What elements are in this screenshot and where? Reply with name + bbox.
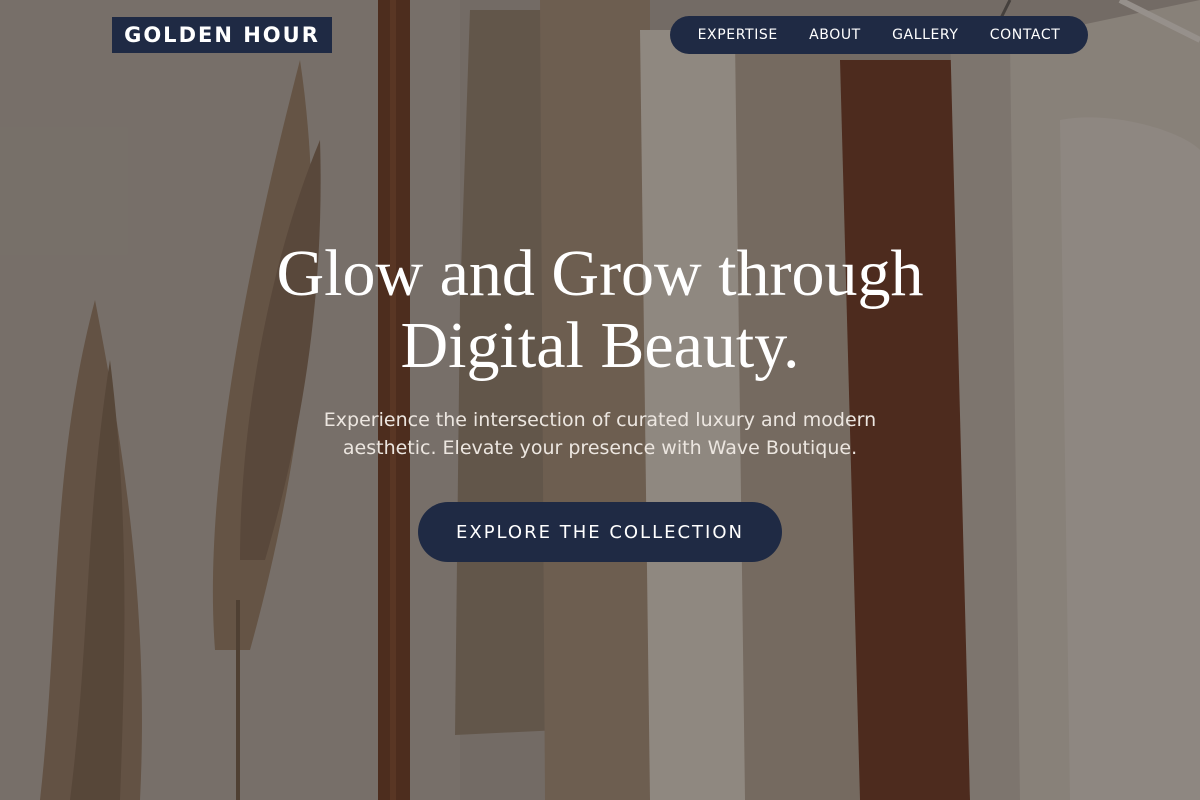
hero-section: GOLDEN HOUR EXPERTISE ABOUT GALLERY CONT… (0, 0, 1200, 800)
hero-headline: Glow and Grow through Digital Beauty. (0, 238, 1200, 382)
hero-headline-line-1: Glow and Grow through (276, 237, 924, 310)
nav-item-about[interactable]: ABOUT (809, 27, 861, 43)
nav-item-contact[interactable]: CONTACT (990, 27, 1061, 43)
brand-logo[interactable]: GOLDEN HOUR (112, 17, 332, 53)
hero-headline-line-2: Digital Beauty. (400, 309, 800, 382)
hero-subtext: Experience the intersection of curated l… (323, 409, 877, 459)
nav-item-gallery[interactable]: GALLERY (892, 27, 958, 43)
main-nav: EXPERTISE ABOUT GALLERY CONTACT (670, 16, 1088, 54)
nav-item-expertise[interactable]: EXPERTISE (698, 27, 778, 43)
explore-collection-button[interactable]: EXPLORE THE COLLECTION (418, 502, 782, 562)
hero-dark-overlay (0, 0, 1200, 800)
